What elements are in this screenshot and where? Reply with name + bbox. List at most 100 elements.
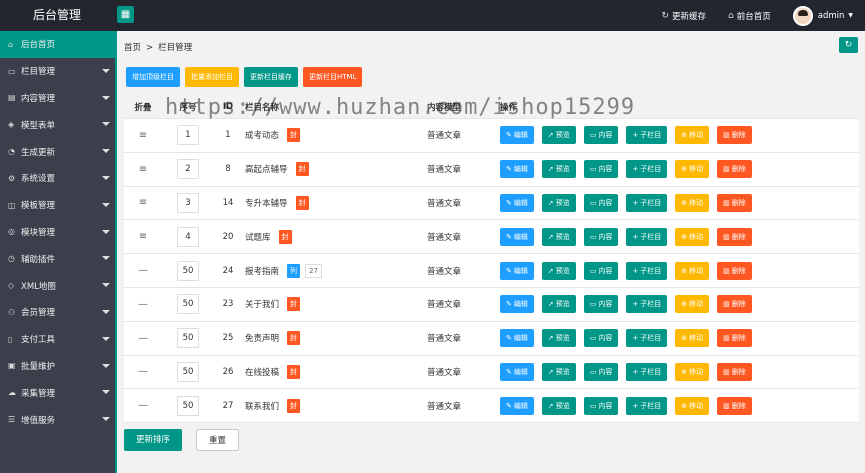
delete-button[interactable]: ▥ 删除 (717, 362, 752, 381)
order-input[interactable]: 3 (177, 192, 199, 213)
category-name[interactable]: 在线投稿 (245, 366, 279, 378)
edit-button[interactable]: ✎ 编辑 (500, 126, 534, 145)
move-button[interactable]: ⊕ 移动 (675, 362, 710, 381)
delete-button[interactable]: ▥ 删除 (717, 193, 752, 212)
toolbar-button[interactable]: 批量添加栏目 (185, 67, 239, 87)
preview-button[interactable]: ➚ 预览 (541, 126, 576, 145)
fold-icon[interactable]: — (138, 333, 148, 344)
category-name[interactable]: 高起点辅导 (245, 163, 288, 175)
category-name[interactable]: 报考指南 (245, 265, 279, 277)
content-button[interactable]: ▭ 内容 (583, 329, 619, 348)
delete-button[interactable]: ▥ 删除 (717, 261, 752, 280)
move-button[interactable]: ⊕ 移动 (675, 193, 710, 212)
content-button[interactable]: ▭ 内容 (583, 396, 619, 415)
sidebar-item[interactable]: ◷ 辅助插件 (0, 245, 117, 272)
order-input[interactable]: 2 (177, 159, 199, 180)
subcategory-button[interactable]: + 子栏目 (626, 261, 668, 280)
sidebar-toggle-icon[interactable]: ▦ (117, 6, 134, 23)
edit-button[interactable]: ✎ 编辑 (500, 261, 534, 280)
toolbar-button[interactable]: 更新栏目HTML (303, 67, 363, 87)
sidebar-item[interactable]: ◎ 模块管理 (0, 219, 117, 246)
sidebar-item[interactable]: ⚙ 系统设置 (0, 165, 117, 192)
content-button[interactable]: ▭ 内容 (583, 362, 619, 381)
order-input[interactable]: 50 (177, 395, 199, 416)
fold-icon[interactable]: ≡ (139, 231, 147, 242)
order-input[interactable]: 50 (177, 361, 199, 382)
move-button[interactable]: ⊕ 移动 (675, 126, 710, 145)
fold-icon[interactable]: ≡ (139, 164, 147, 175)
user-menu[interactable]: admin ▼ (792, 5, 853, 26)
content-button[interactable]: ▭ 内容 (583, 193, 619, 212)
subcategory-button[interactable]: + 子栏目 (626, 193, 668, 212)
fold-icon[interactable]: ≡ (139, 130, 147, 141)
delete-button[interactable]: ▥ 删除 (717, 329, 752, 348)
subcategory-button[interactable]: + 子栏目 (626, 329, 668, 348)
fold-icon[interactable]: — (138, 299, 148, 310)
category-name[interactable]: 联系我们 (245, 400, 279, 412)
reset-button[interactable]: 重置 (196, 429, 240, 451)
move-button[interactable]: ⊕ 移动 (675, 295, 710, 314)
delete-button[interactable]: ▥ 删除 (717, 227, 752, 246)
move-button[interactable]: ⊕ 移动 (675, 160, 710, 179)
content-button[interactable]: ▭ 内容 (583, 227, 619, 246)
category-name[interactable]: 专升本辅导 (245, 197, 288, 209)
subcategory-button[interactable]: + 子栏目 (626, 160, 668, 179)
content-button[interactable]: ▭ 内容 (583, 261, 619, 280)
order-input[interactable]: 50 (177, 328, 199, 349)
preview-button[interactable]: ➚ 预览 (541, 261, 576, 280)
category-name[interactable]: 免责声明 (245, 332, 279, 344)
sidebar-item[interactable]: ▤ 内容管理 (0, 85, 117, 112)
subcategory-button[interactable]: + 子栏目 (626, 227, 668, 246)
frontend-home-link[interactable]: ⌂ 前台首页 (728, 10, 771, 22)
preview-button[interactable]: ➚ 预览 (541, 295, 576, 314)
preview-button[interactable]: ➚ 预览 (541, 193, 576, 212)
category-name[interactable]: 试题库 (245, 231, 271, 243)
fold-icon[interactable]: ≡ (139, 197, 147, 208)
subcategory-button[interactable]: + 子栏目 (626, 396, 668, 415)
subcategory-button[interactable]: + 子栏目 (626, 295, 668, 314)
preview-button[interactable]: ➚ 预览 (541, 396, 576, 415)
subcategory-button[interactable]: + 子栏目 (626, 126, 668, 145)
preview-button[interactable]: ➚ 预览 (541, 362, 576, 381)
move-button[interactable]: ⊕ 移动 (675, 329, 710, 348)
toolbar-button[interactable]: 更新栏目缓存 (244, 67, 298, 87)
sidebar-item[interactable]: ⌂ 后台首页 (0, 31, 117, 58)
sidebar-item[interactable]: ◔ 生成更新 (0, 138, 117, 165)
preview-button[interactable]: ➚ 预览 (541, 227, 576, 246)
sidebar-item[interactable]: ▯ 支付工具 (0, 326, 117, 353)
content-button[interactable]: ▭ 内容 (583, 160, 619, 179)
sidebar-item[interactable]: ◫ 模板管理 (0, 192, 117, 219)
edit-button[interactable]: ✎ 编辑 (500, 362, 534, 381)
subcategory-button[interactable]: + 子栏目 (626, 362, 668, 381)
refresh-button[interactable]: ↻ (839, 37, 858, 53)
sidebar-item[interactable]: ▭ 栏目管理 (0, 58, 117, 85)
order-input[interactable]: 50 (177, 294, 199, 315)
fold-icon[interactable]: — (138, 366, 148, 377)
move-button[interactable]: ⊕ 移动 (675, 261, 710, 280)
delete-button[interactable]: ▥ 删除 (717, 160, 752, 179)
category-name[interactable]: 关于我们 (245, 298, 279, 310)
sidebar-item[interactable]: ☁ 采集管理 (0, 379, 117, 406)
edit-button[interactable]: ✎ 编辑 (500, 160, 534, 179)
update-sort-button[interactable]: 更新排序 (124, 429, 183, 451)
sidebar-item[interactable]: ⚇ 会员管理 (0, 299, 117, 326)
delete-button[interactable]: ▥ 删除 (717, 396, 752, 415)
breadcrumb-home[interactable]: 首页 (124, 43, 141, 53)
order-input[interactable]: 1 (177, 125, 199, 146)
edit-button[interactable]: ✎ 编辑 (500, 396, 534, 415)
sidebar-item[interactable]: ▣ 批量维护 (0, 353, 117, 380)
edit-button[interactable]: ✎ 编辑 (500, 193, 534, 212)
content-button[interactable]: ▭ 内容 (583, 126, 619, 145)
preview-button[interactable]: ➚ 预览 (541, 329, 576, 348)
order-input[interactable]: 4 (177, 226, 199, 247)
fold-icon[interactable]: — (138, 400, 148, 411)
order-input[interactable]: 50 (177, 260, 199, 281)
delete-button[interactable]: ▥ 删除 (717, 126, 752, 145)
category-name[interactable]: 成考动态 (245, 129, 279, 141)
update-cache-link[interactable]: ↻ 更新缓存 (661, 10, 706, 22)
toolbar-button[interactable]: 增加顶级栏目 (126, 67, 180, 87)
sidebar-item[interactable]: ◈ 模型表单 (0, 111, 117, 138)
move-button[interactable]: ⊕ 移动 (675, 227, 710, 246)
sidebar-item[interactable]: ◇ XML地图 (0, 272, 117, 299)
edit-button[interactable]: ✎ 编辑 (500, 295, 534, 314)
